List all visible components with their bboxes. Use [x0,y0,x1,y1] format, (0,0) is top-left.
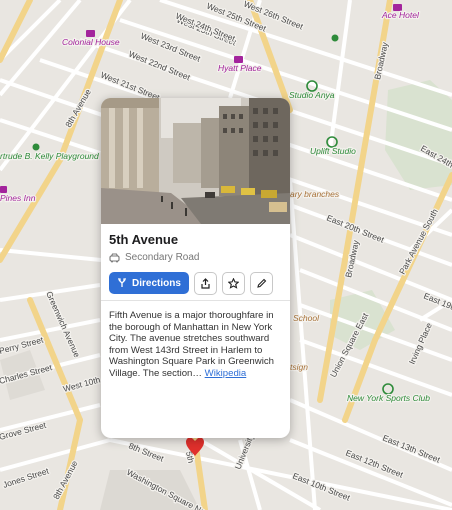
edit-button[interactable] [249,272,273,295]
park-icon[interactable] [331,34,339,42]
poi-label: Studio Anya [289,90,335,100]
poi-label: rtrude B. Kelly Playground [0,151,99,161]
map-app: West 25th Street West 26th Street West 2… [0,0,452,510]
park-icon[interactable] [32,143,40,151]
place-description: Fifth Avenue is a major thoroughfare in … [109,310,285,380]
street-label: West 10th [62,374,102,394]
share-icon [201,278,210,289]
place-subtype-label: Secondary Road [125,252,200,263]
star-icon [227,278,239,289]
directions-icon [118,278,126,287]
directions-button[interactable]: Directions [109,272,189,294]
street-label: East 13th Street [381,433,442,465]
street-label: 8th Avenue [63,87,93,129]
directions-label: Directions [132,277,181,289]
description-text: Fifth Avenue is a major thoroughfare in … [109,310,274,379]
divider [101,300,290,301]
hotel-icon[interactable] [0,186,7,193]
street-label: 8th Street [127,441,166,464]
place-title: 5th Avenue [109,232,179,247]
hotel-icon[interactable] [234,56,243,63]
share-button[interactable] [193,272,217,295]
poi-label: School [293,313,320,323]
place-subtype: Secondary Road [109,252,200,263]
park-area [385,80,452,190]
poi-label: tsign [290,362,308,372]
poi-label: Ace Hotel [381,10,420,20]
place-actions: Directions [109,272,273,295]
wikipedia-link[interactable]: Wikipedia [205,368,247,379]
place-photo [101,98,290,224]
car-icon [109,252,120,262]
poi-label: Pines Inn [0,193,36,203]
hotel-icon[interactable] [86,30,95,37]
poi-label: Hyatt Place [218,63,262,73]
place-info-popup: 5th Avenue Secondary Road Directions Fif… [101,98,290,438]
save-favorite-button[interactable] [221,272,245,295]
poi-label: Uplift Studio [310,146,356,156]
poi-label: ary branches [290,189,340,199]
street-label: East 20th Street [325,213,386,245]
pencil-icon [257,278,267,288]
poi-label: Colonial House [62,37,120,47]
poi-label: New York Sports Club [347,393,430,403]
